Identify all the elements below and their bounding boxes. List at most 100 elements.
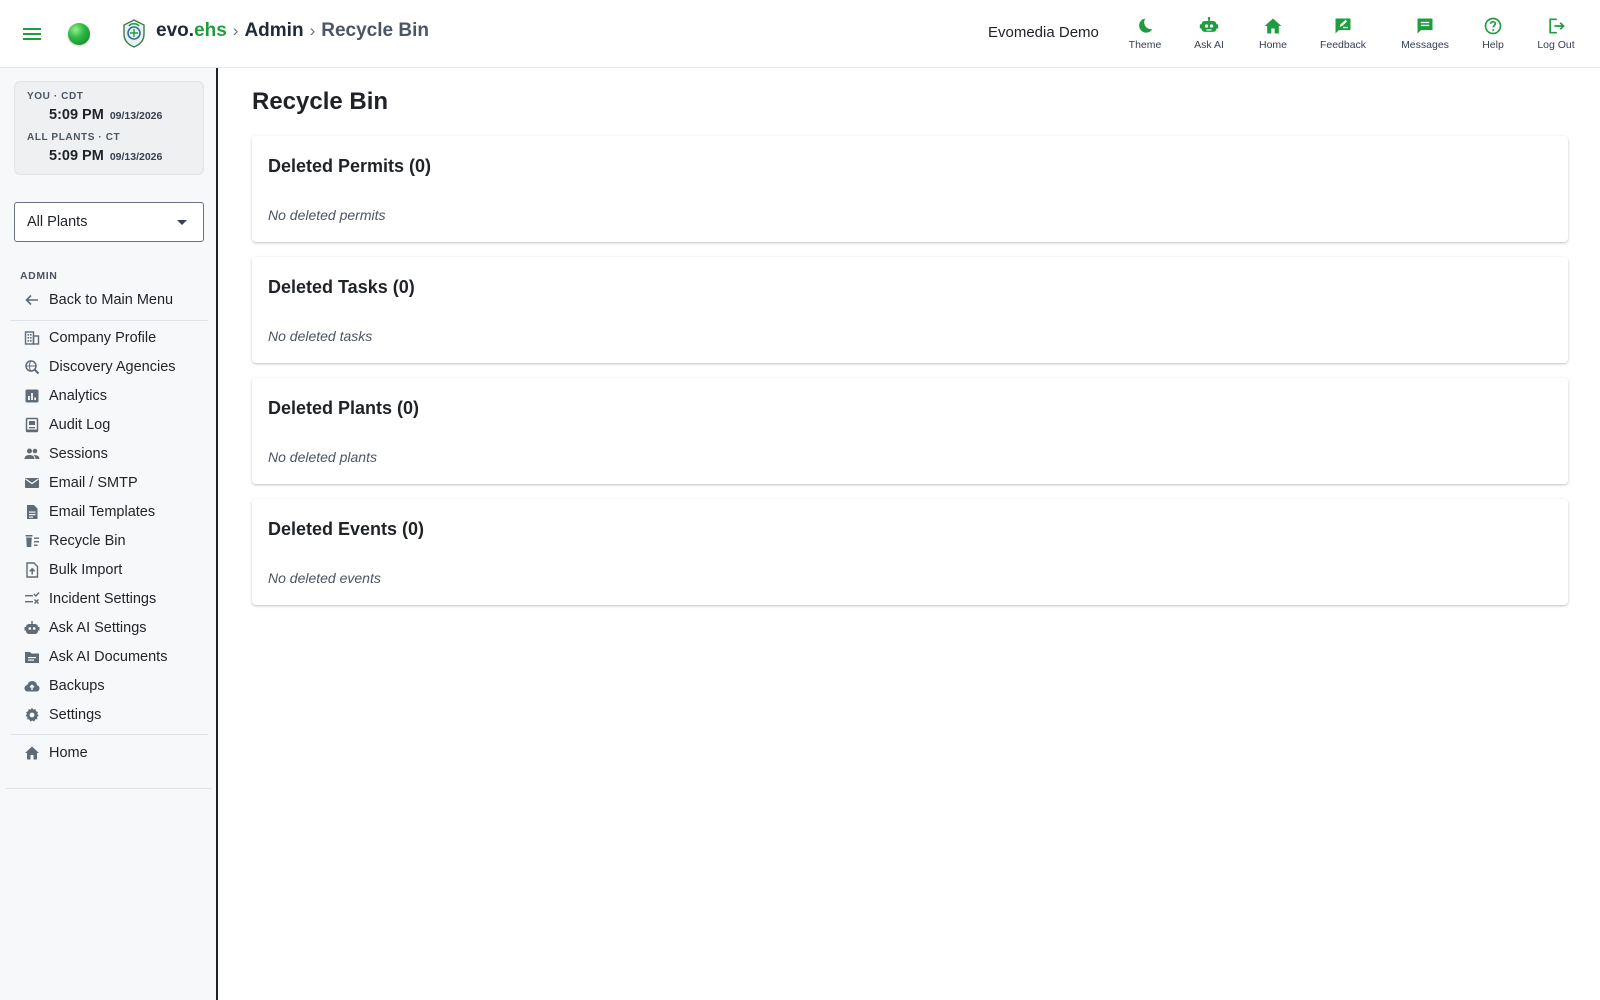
checklist-icon <box>22 589 42 609</box>
upload-file-icon <box>22 560 42 580</box>
home-icon <box>22 743 42 763</box>
clock-you-label: YOU · CDT <box>27 91 84 102</box>
messages-label: Messages <box>1401 39 1449 51</box>
logout-button[interactable]: Log Out <box>1521 16 1591 51</box>
people-icon <box>22 444 42 464</box>
empty-state-text: No deleted plants <box>268 449 377 465</box>
sidebar-item-label: Recycle Bin <box>49 533 126 549</box>
help-button[interactable]: Help <box>1458 16 1528 51</box>
account-name[interactable]: Evomedia Demo <box>988 24 1099 41</box>
card-title: Deleted Plants (0) <box>268 398 420 418</box>
logout-label: Log Out <box>1537 39 1575 51</box>
sidebar-item-label: Back to Main Menu <box>49 292 174 308</box>
deleted-plants-card: Deleted Plants (0) No deleted plants <box>252 378 1568 484</box>
sidebar-item-label: Backups <box>49 678 105 694</box>
home-button[interactable]: Home <box>1238 16 1308 51</box>
moon-icon <box>1139 18 1153 33</box>
search-globe-icon <box>22 357 42 377</box>
message-icon <box>1417 18 1433 34</box>
sidebar-item-audit-log[interactable]: Audit Log <box>10 411 208 439</box>
analytics-icon <box>22 386 42 406</box>
deleted-tasks-card: Deleted Tasks (0) No deleted tasks <box>252 257 1568 363</box>
feedback-icon <box>1335 18 1351 34</box>
audit-log-icon <box>22 415 42 435</box>
card-title: Deleted Permits (0) <box>268 156 432 176</box>
plant-select[interactable]: All Plants <box>14 202 204 242</box>
card-title: Deleted Tasks (0) <box>268 277 415 297</box>
clock-plants-time: 5:09 PM 09/13/2026 <box>49 148 162 164</box>
menu-icon[interactable] <box>20 22 44 46</box>
sidebar-item-ask-ai-documents[interactable]: Ask AI Documents <box>10 643 208 671</box>
clock-you-time-value: 5:09 PM <box>49 107 104 123</box>
sidebar-item-label: Home <box>49 745 88 761</box>
breadcrumb-admin[interactable]: Admin <box>244 20 303 42</box>
breadcrumb-separator: › <box>309 21 316 40</box>
sidebar-item-incident-settings[interactable]: Incident Settings <box>10 585 208 613</box>
ask-ai-label: Ask AI <box>1194 39 1224 51</box>
sidebar-item-label: Company Profile <box>49 330 157 346</box>
sidebar-item-label: Bulk Import <box>49 562 123 578</box>
home-label: Home <box>1258 39 1287 51</box>
feedback-label: Feedback <box>1319 39 1367 51</box>
sidebar-item-back-to-main-menu[interactable]: Back to Main Menu <box>10 286 208 314</box>
sidebar-item-backups[interactable]: Backups <box>10 672 208 700</box>
section-label-admin: ADMIN <box>20 270 58 282</box>
sidebar-item-discovery-agencies[interactable]: Discovery Agencies <box>10 353 208 381</box>
sidebar-item-recycle-bin[interactable]: Recycle Bin <box>10 527 208 555</box>
home-icon <box>1264 18 1282 34</box>
sidebar-item-settings[interactable]: Settings <box>10 701 208 729</box>
clock-you-time: 5:09 PM 09/13/2026 <box>49 107 162 123</box>
sidebar-item-email-smtp[interactable]: Email / SMTP <box>10 469 208 497</box>
arrow-left-icon <box>22 290 42 310</box>
clock-plants-date: 09/13/2026 <box>109 151 163 163</box>
sidebar-item-bulk-import[interactable]: Bulk Import <box>10 556 208 584</box>
deleted-permits-card: Deleted Permits (0) No deleted permits <box>252 136 1568 242</box>
breadcrumb: evo. ehs › Admin › Recycle Bin <box>156 20 429 42</box>
sidebar-divider <box>6 788 212 789</box>
page-title: Recycle Bin <box>252 88 389 115</box>
clock-plants-label: ALL PLANTS · CT <box>27 132 121 143</box>
sidebar-divider <box>10 320 208 321</box>
card-title: Deleted Events (0) <box>268 519 425 539</box>
sidebar-item-label: Sessions <box>49 446 108 462</box>
empty-state-text: No deleted events <box>268 570 381 586</box>
sidebar-item-company-profile[interactable]: Company Profile <box>10 324 208 352</box>
sidebar-item-label: Audit Log <box>49 417 111 433</box>
plant-select-value: All Plants <box>27 214 88 230</box>
sidebar-item-analytics[interactable]: Analytics <box>10 382 208 410</box>
ask-ai-button[interactable]: Ask AI <box>1174 16 1244 51</box>
sidebar-item-label: Incident Settings <box>49 591 157 607</box>
building-icon <box>22 328 42 348</box>
status-orb-icon[interactable] <box>68 23 90 45</box>
sidebar-item-label: Email Templates <box>49 504 156 520</box>
sidebar-item-sessions[interactable]: Sessions <box>10 440 208 468</box>
main-content: Recycle Bin Deleted Permits (0) No delet… <box>220 68 1600 1000</box>
sidebar-divider <box>10 734 208 735</box>
messages-button[interactable]: Messages <box>1390 16 1460 51</box>
sidebar: YOU · CDT 5:09 PM 09/13/2026 ALL PLANTS ·… <box>0 68 218 1000</box>
feedback-button[interactable]: Feedback <box>1308 16 1378 51</box>
sidebar-item-label: Email / SMTP <box>49 475 138 491</box>
sidebar-item-label: Analytics <box>49 388 108 404</box>
help-icon <box>1484 17 1502 35</box>
chevron-down-icon <box>177 220 187 225</box>
document-icon <box>22 502 42 522</box>
clock-card: YOU · CDT 5:09 PM 09/13/2026 ALL PLANTS ·… <box>14 81 204 175</box>
top-bar: evo. ehs › Admin › Recycle Bin Evomedia D… <box>0 0 1600 68</box>
sidebar-item-label: Settings <box>49 707 102 723</box>
cloud-upload-icon <box>22 676 42 696</box>
brand-name[interactable]: evo. <box>156 20 194 42</box>
theme-button[interactable]: Theme <box>1110 16 1180 51</box>
sidebar-item-ask-ai-settings[interactable]: Ask AI Settings <box>10 614 208 642</box>
sidebar-item-home[interactable]: Home <box>10 739 208 767</box>
breadcrumb-current: Recycle Bin <box>321 20 429 41</box>
empty-state-text: No deleted permits <box>268 207 386 223</box>
sidebar-item-label: Discovery Agencies <box>49 359 176 375</box>
brand-name-accent[interactable]: ehs <box>194 20 227 42</box>
brand-logo-icon <box>120 18 148 48</box>
clock-you-date: 09/13/2026 <box>109 110 163 122</box>
clock-plants-time-value: 5:09 PM <box>49 148 104 164</box>
mail-icon <box>22 473 42 493</box>
sidebar-item-email-templates[interactable]: Email Templates <box>10 498 208 526</box>
recycle-bin-icon <box>22 531 42 551</box>
